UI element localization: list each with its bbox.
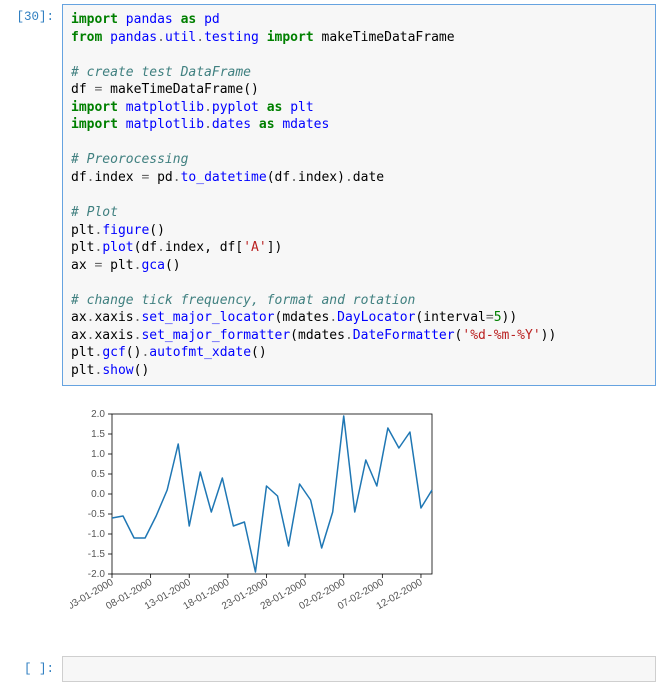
svg-text:-2.0: -2.0 bbox=[88, 569, 106, 580]
code-input-area[interactable]: import pandas as pd from pandas.util.tes… bbox=[62, 4, 656, 386]
empty-code-cell: [ ]: bbox=[0, 652, 662, 686]
svg-text:1.5: 1.5 bbox=[91, 429, 105, 440]
code-cell: [30]: import pandas as pd from pandas.ut… bbox=[0, 0, 662, 390]
code-input-area-empty[interactable] bbox=[62, 656, 656, 682]
svg-text:-1.0: -1.0 bbox=[88, 529, 106, 540]
svg-text:0.5: 0.5 bbox=[91, 469, 105, 480]
svg-text:-1.5: -1.5 bbox=[88, 549, 106, 560]
input-prompt: [30]: bbox=[0, 4, 62, 386]
svg-text:0.0: 0.0 bbox=[91, 489, 105, 500]
input-prompt-empty: [ ]: bbox=[0, 656, 62, 682]
svg-text:2.0: 2.0 bbox=[91, 409, 105, 420]
svg-text:-0.5: -0.5 bbox=[88, 509, 106, 520]
chart-svg: -2.0-1.5-1.0-0.50.00.51.01.52.003-01-200… bbox=[70, 406, 510, 652]
output-area: -2.0-1.5-1.0-0.50.00.51.01.52.003-01-200… bbox=[62, 390, 662, 652]
svg-text:1.0: 1.0 bbox=[91, 449, 105, 460]
line-chart: -2.0-1.5-1.0-0.50.00.51.01.52.003-01-200… bbox=[70, 406, 658, 652]
